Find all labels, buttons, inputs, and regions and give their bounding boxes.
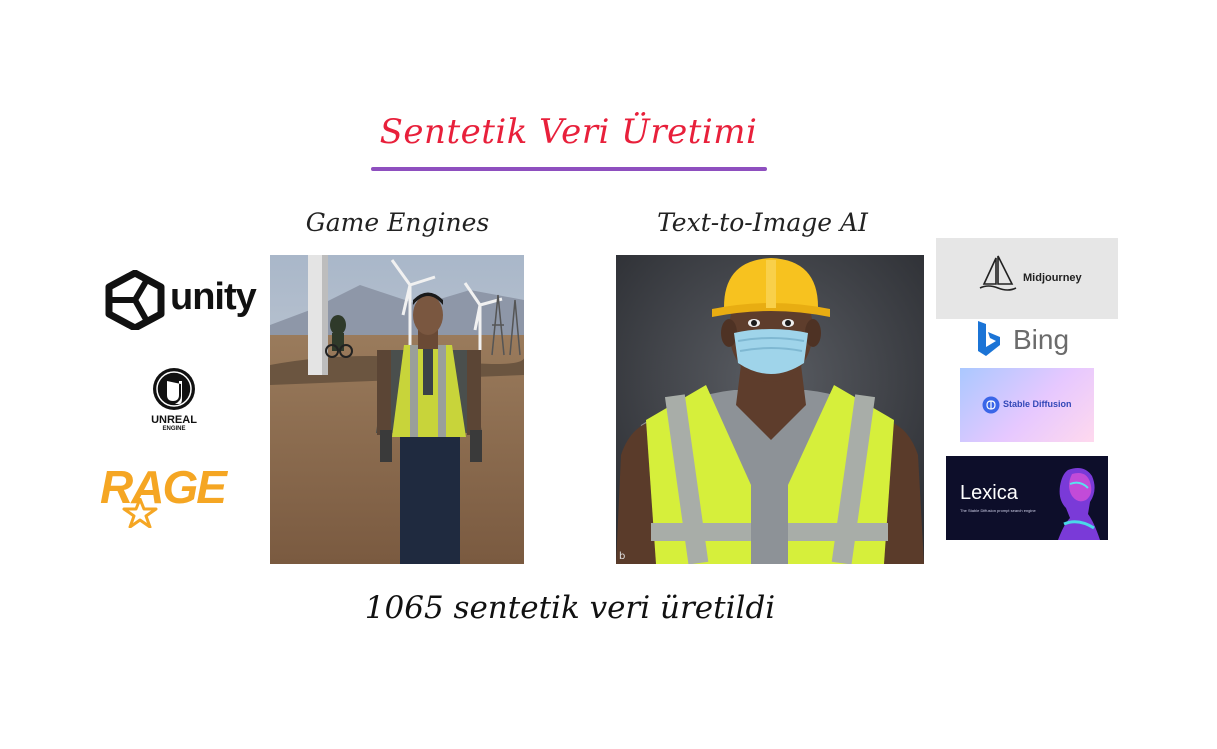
midjourney-logo: Midjourney xyxy=(936,238,1118,319)
text-to-image-heading: Text-to-Image AI xyxy=(657,208,868,237)
bing-wordmark: Bing xyxy=(1013,324,1070,355)
svg-text:b: b xyxy=(619,551,625,562)
lexica-wordmark: Lexica xyxy=(960,482,1018,504)
unity-logo: unity xyxy=(104,269,266,332)
stable-diffusion-wordmark: Stable Diffusion xyxy=(1003,399,1072,409)
rage-star-icon xyxy=(122,498,158,528)
ai-generated-worker-image: b xyxy=(616,255,924,564)
unreal-circle-icon xyxy=(153,368,195,410)
rage-logo: RAGE xyxy=(100,460,250,528)
game-engines-heading: Game Engines xyxy=(305,208,490,237)
statue-bust-icon xyxy=(1058,468,1100,540)
game-engine-worker-image xyxy=(270,255,524,564)
stable-diffusion-logo: Stable Diffusion xyxy=(960,368,1094,442)
unity-wordmark: unity xyxy=(170,276,257,318)
bing-b-icon xyxy=(978,321,1000,356)
bing-logo: Bing xyxy=(975,320,1085,360)
slide-title: Sentetik Veri Üretimi xyxy=(379,112,758,152)
unity-cube-icon xyxy=(105,269,165,332)
unreal-engine-logo: UNREAL ENGINE xyxy=(138,366,210,436)
lexica-logo: Lexica The Stable Diffusion prompt searc… xyxy=(946,456,1108,540)
unreal-engine-label: ENGINE xyxy=(162,426,186,432)
title-underline xyxy=(371,167,767,171)
lexica-tagline: The Stable Diffusion prompt search engin… xyxy=(960,508,1036,513)
sailboat-icon xyxy=(979,255,1017,291)
synthetic-data-count: 1065 sentetik veri üretildi xyxy=(364,590,776,626)
brain-icon xyxy=(982,396,1000,414)
rage-wordmark: RAGE xyxy=(100,461,227,513)
midjourney-wordmark: Midjourney xyxy=(1023,272,1082,284)
unreal-wordmark: UNREAL xyxy=(151,414,197,426)
